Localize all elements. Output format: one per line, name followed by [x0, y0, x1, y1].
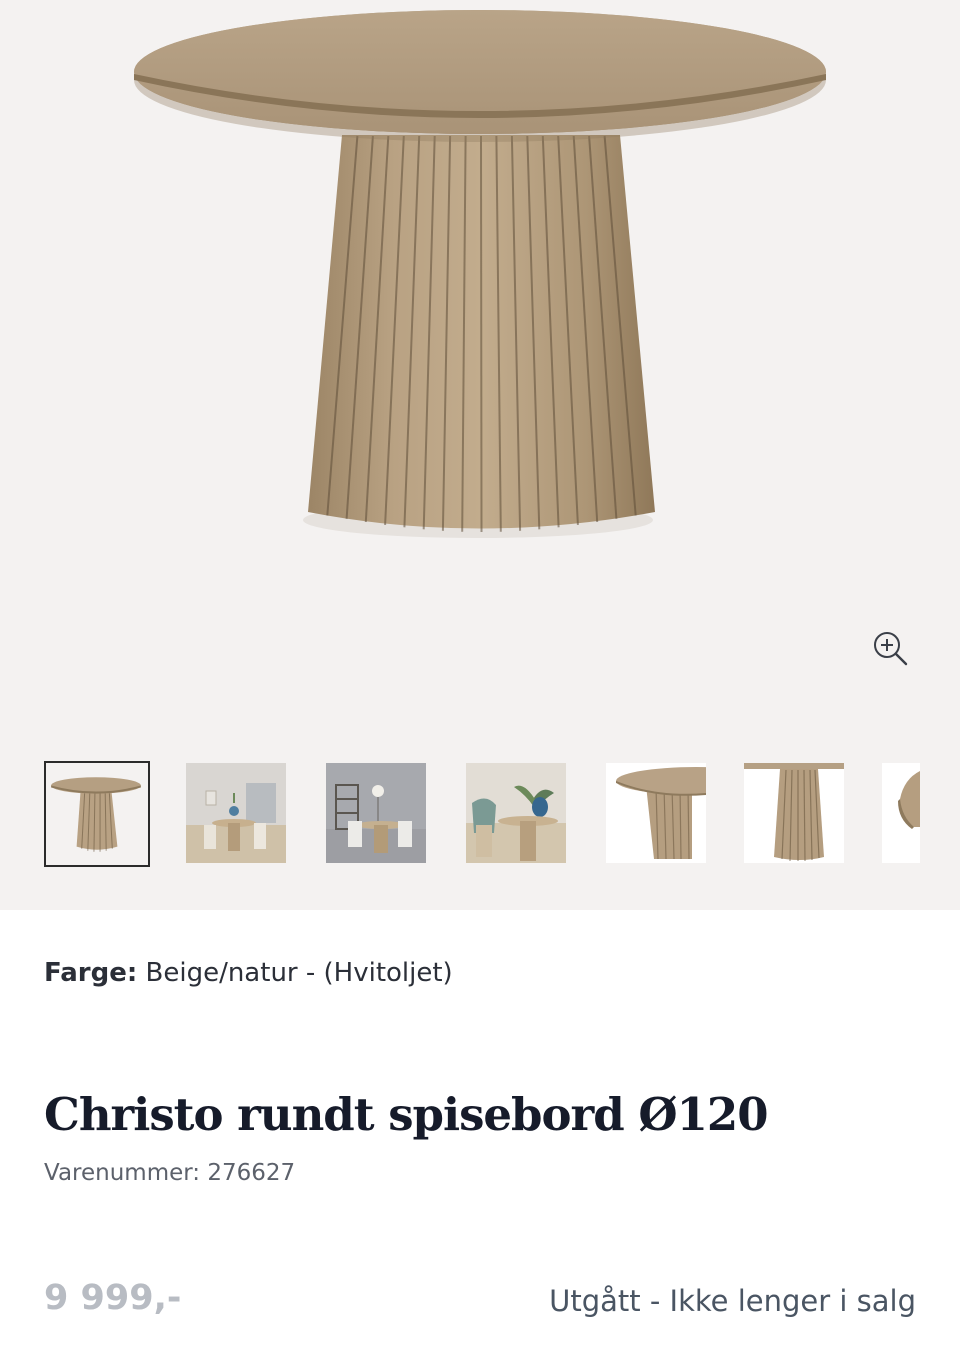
color-selection: Farge: Beige/natur - (Hvitoljet): [44, 958, 453, 988]
color-value: Beige/natur - (Hvitoljet): [145, 958, 453, 988]
sku-value: 276627: [207, 1160, 296, 1186]
thumbnail-tabletop-closeup[interactable]: [606, 763, 706, 863]
thumbnail-edge-closeup[interactable]: [882, 763, 920, 863]
product-title: Christo rundt spisebord Ø120: [44, 1088, 769, 1141]
sku-label: Varenummer:: [44, 1160, 201, 1186]
thumbnail-dining-room-scene-2[interactable]: [326, 763, 426, 863]
color-label: Farge:: [44, 958, 138, 988]
thumbnail-dining-room-scene-1[interactable]: [186, 763, 286, 863]
availability-status: Utgått - Ikke lenger i salg: [549, 1284, 916, 1318]
thumbnail-strip: [0, 760, 960, 870]
sku-row: Varenummer: 276627: [44, 1160, 295, 1186]
thumbnail-pedestal-closeup[interactable]: [744, 763, 844, 863]
zoom-in-icon: [874, 632, 908, 666]
price: 9 999,-: [44, 1278, 182, 1318]
product-gallery: [0, 0, 960, 910]
zoom-button[interactable]: [866, 624, 914, 672]
product-main-image[interactable]: [0, 0, 960, 740]
thumbnail-dining-room-scene-3[interactable]: [466, 763, 566, 863]
thumbnail-table-front[interactable]: [44, 761, 150, 867]
